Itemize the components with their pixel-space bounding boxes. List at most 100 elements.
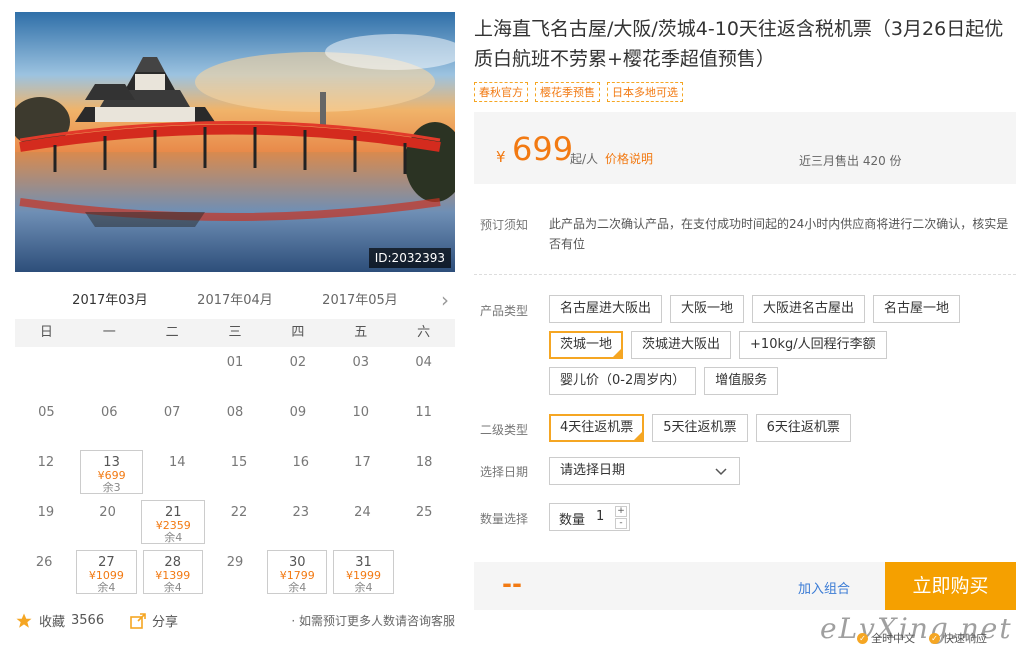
calendar-day-available[interactable]: 30 ¥1799 余4 bbox=[267, 550, 328, 594]
guarantee-badges: ✓ 全时中文 ✓ 快速响应 bbox=[857, 630, 987, 646]
price-unit: 起/人 bbox=[570, 152, 599, 166]
day-number: 31 bbox=[355, 555, 372, 570]
share-button[interactable]: 分享 bbox=[130, 611, 178, 630]
product-type-option[interactable]: +10kg/人回程行李额 bbox=[739, 331, 887, 359]
calendar-day: 06 bbox=[78, 397, 141, 447]
calendar-day: 11 bbox=[392, 397, 455, 447]
product-type-option[interactable]: 婴儿价（0-2周岁内） bbox=[549, 367, 697, 395]
day-number: 06 bbox=[101, 405, 118, 420]
product-type-option[interactable]: 名古屋一地 bbox=[873, 295, 961, 323]
tag: 樱花季预售 bbox=[535, 82, 600, 102]
calendar-day bbox=[15, 347, 78, 397]
day-number bbox=[397, 547, 455, 555]
tab-month-1[interactable]: 2017年03月 bbox=[60, 286, 160, 322]
chevron-right-icon[interactable]: › bbox=[441, 288, 449, 312]
product-type-option[interactable]: 增值服务 bbox=[704, 367, 779, 395]
weekday-label: 一 bbox=[102, 325, 116, 340]
sub-type-option[interactable]: 4天往返机票 bbox=[549, 414, 645, 442]
date-label: 选择日期 bbox=[480, 465, 529, 479]
product-type-option[interactable]: 大阪进名古屋出 bbox=[752, 295, 866, 323]
chevron-down-icon bbox=[715, 458, 727, 485]
day-number bbox=[141, 347, 204, 355]
date-select-value: 请选择日期 bbox=[560, 463, 626, 478]
day-number bbox=[15, 347, 78, 355]
day-stock: 余3 bbox=[102, 481, 121, 494]
product-type-option[interactable]: 大阪一地 bbox=[670, 295, 745, 323]
calendar-grid: 日 一 二 三 四 五 六 01 02 03 04 05 06 07 08 09 10 11 12 13 ¥699 余3… bbox=[15, 319, 455, 597]
calendar-day: 19 bbox=[15, 497, 77, 547]
weekday-label: 六 bbox=[417, 325, 431, 340]
weekday-label: 二 bbox=[165, 325, 179, 340]
calendar-day-available[interactable]: 31 ¥1999 余4 bbox=[333, 550, 394, 594]
calendar-weekday-header: 日一二三四五六 bbox=[15, 319, 455, 347]
price-currency: ¥ bbox=[496, 148, 506, 166]
calendar-day: 15 bbox=[208, 447, 270, 497]
day-stock: 余4 bbox=[97, 581, 116, 594]
day-number: 17 bbox=[354, 455, 371, 470]
check-icon: ✓ bbox=[857, 632, 868, 644]
calendar-day: 18 bbox=[393, 447, 455, 497]
day-number: 05 bbox=[38, 405, 55, 420]
notice-label: 预订须知 bbox=[480, 218, 529, 232]
tab-month-2[interactable]: 2017年04月 bbox=[185, 286, 285, 322]
quantity-minus-button[interactable]: - bbox=[615, 518, 627, 529]
day-number: 26 bbox=[35, 555, 53, 570]
product-type-option[interactable]: 茨城进大阪出 bbox=[631, 331, 732, 359]
weekday-label: 三 bbox=[228, 325, 242, 340]
add-combo-link[interactable]: 加入组合 bbox=[798, 578, 850, 597]
product-title: 上海直飞名古屋/大阪/茨城4-10天往返含税机票（3月26日起优质白航班不劳累+… bbox=[474, 18, 1004, 70]
group-booking-note[interactable]: · 如需预订更多人数请咨询客服 bbox=[291, 612, 455, 629]
product-type-option[interactable]: 名古屋进大阪出 bbox=[549, 295, 663, 323]
day-number: 11 bbox=[415, 405, 432, 420]
sub-type-option[interactable]: 5天往返机票 bbox=[652, 414, 748, 442]
day-number: 19 bbox=[37, 505, 55, 520]
quantity-value[interactable]: 1 bbox=[596, 509, 604, 524]
tab-month-3[interactable]: 2017年05月 bbox=[310, 286, 410, 322]
day-number bbox=[78, 347, 141, 355]
calendar-week-row: 12 13 ¥699 余3 14 15 16 17 18 bbox=[15, 447, 455, 497]
sub-type-option[interactable]: 6天往返机票 bbox=[755, 414, 851, 442]
calendar-day: 10 bbox=[329, 397, 392, 447]
calendar-day-available[interactable]: 13 ¥699 余3 bbox=[79, 450, 144, 494]
quantity-plus-button[interactable]: + bbox=[615, 506, 627, 517]
calendar-day: 16 bbox=[270, 447, 332, 497]
calendar-day-available[interactable]: 27 ¥1099 余4 bbox=[76, 550, 137, 594]
day-stock: 余4 bbox=[288, 581, 307, 594]
day-number: 15 bbox=[230, 455, 248, 470]
date-select[interactable]: 请选择日期 bbox=[549, 457, 740, 485]
product-photo[interactable]: ID:2032393 bbox=[15, 12, 455, 272]
day-number: 08 bbox=[226, 405, 244, 420]
day-number: 23 bbox=[292, 505, 309, 520]
product-type-label: 产品类型 bbox=[480, 304, 529, 318]
calendar-day bbox=[141, 347, 204, 397]
day-number: 21 bbox=[165, 505, 182, 520]
day-number: 16 bbox=[292, 455, 309, 470]
guarantee-label: 全时中文 bbox=[871, 632, 915, 645]
weekday-label: 五 bbox=[354, 325, 368, 340]
price-explain-link[interactable]: 价格说明 bbox=[605, 150, 653, 167]
tag: 日本多地可选 bbox=[607, 82, 683, 102]
day-number: 28 bbox=[164, 555, 181, 570]
calendar-week-row: 26 27 ¥1099 余4 28 ¥1399 余4 29 30 ¥1799 余4 31 ¥1999 余4 bbox=[15, 547, 455, 597]
calendar-day-available[interactable]: 28 ¥1399 余4 bbox=[142, 550, 203, 594]
calendar-day: 09 bbox=[266, 397, 329, 447]
calendar-week-row: 19 20 21 ¥2359 余4 22 23 24 25 bbox=[15, 497, 455, 547]
day-stock: 余4 bbox=[163, 581, 182, 594]
day-stock: 余4 bbox=[354, 581, 373, 594]
share-label: 分享 bbox=[152, 615, 179, 630]
calendar-day: 08 bbox=[204, 397, 267, 447]
calendar-day: 03 bbox=[329, 347, 392, 397]
calendar-day: 17 bbox=[332, 447, 394, 497]
day-number: 24 bbox=[354, 505, 371, 520]
day-number: 03 bbox=[352, 355, 369, 370]
calendar-day: 12 bbox=[15, 447, 77, 497]
share-icon bbox=[130, 612, 146, 629]
product-type-option[interactable]: 茨城一地 bbox=[549, 331, 624, 359]
day-number: 22 bbox=[230, 505, 248, 520]
calendar-day-available[interactable]: 21 ¥2359 余4 bbox=[141, 500, 206, 544]
buy-now-button[interactable]: 立即购买 bbox=[885, 562, 1016, 610]
favorite-button[interactable]: 收藏 3566 bbox=[15, 611, 104, 630]
quantity-label: 数量选择 bbox=[480, 512, 529, 526]
day-number: 09 bbox=[289, 405, 307, 420]
day-number: 07 bbox=[163, 405, 181, 420]
